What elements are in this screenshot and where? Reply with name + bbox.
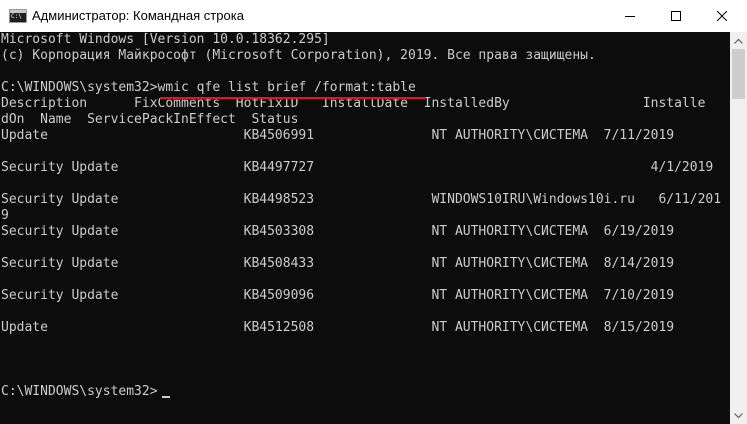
maximize-button[interactable] <box>653 0 699 32</box>
table-header: dOn Name ServicePackInEffect Status <box>1 112 299 127</box>
console-line: (c) Корпорация Майкрософт (Microsoft Cor… <box>1 48 596 63</box>
minimize-button[interactable] <box>607 0 653 32</box>
cmd-icon[interactable] <box>9 9 27 23</box>
command-highlight-underline <box>160 97 426 99</box>
window-title: Администратор: Командная строка <box>32 8 244 23</box>
table-row: Security Update KB4509096 NT AUTHORITY\С… <box>1 288 675 303</box>
table-row: Update KB4506991 NT AUTHORITY\СИСТЕМА 7/… <box>1 128 675 143</box>
command-prompt-window: Администратор: Командная строка Microsof… <box>0 0 747 424</box>
table-row: 9 <box>1 208 9 223</box>
text-cursor <box>162 396 170 398</box>
prompt-line: C:\WINDOWS\system32> <box>1 384 158 399</box>
scroll-up-button[interactable] <box>730 32 747 49</box>
title-bar[interactable]: Администратор: Командная строка <box>0 0 747 32</box>
console-line: Microsoft Windows [Version 10.0.18362.29… <box>1 32 330 47</box>
chevron-up-icon <box>734 38 743 44</box>
table-row: Update KB4512508 NT AUTHORITY\СИСТЕМА 8/… <box>1 320 675 335</box>
close-icon <box>717 11 727 21</box>
console-output[interactable]: Microsoft Windows [Version 10.0.18362.29… <box>0 32 730 424</box>
maximize-icon <box>671 11 681 21</box>
scroll-down-button[interactable] <box>730 407 747 424</box>
vertical-scrollbar[interactable] <box>730 32 747 424</box>
chevron-down-icon <box>734 412 743 418</box>
table-row: Security Update KB4497727 4/1/2019 <box>1 160 714 175</box>
minimize-icon <box>625 16 635 17</box>
command-line: C:\WINDOWS\system32>wmic qfe list brief … <box>1 80 416 95</box>
scrollbar-thumb[interactable] <box>732 49 745 99</box>
table-row: Security Update KB4498523 WINDOWS10IRU\W… <box>1 192 722 207</box>
close-button[interactable] <box>699 0 745 32</box>
table-row: Security Update KB4508433 NT AUTHORITY\С… <box>1 256 675 271</box>
table-row: Security Update KB4503308 NT AUTHORITY\С… <box>1 224 675 239</box>
